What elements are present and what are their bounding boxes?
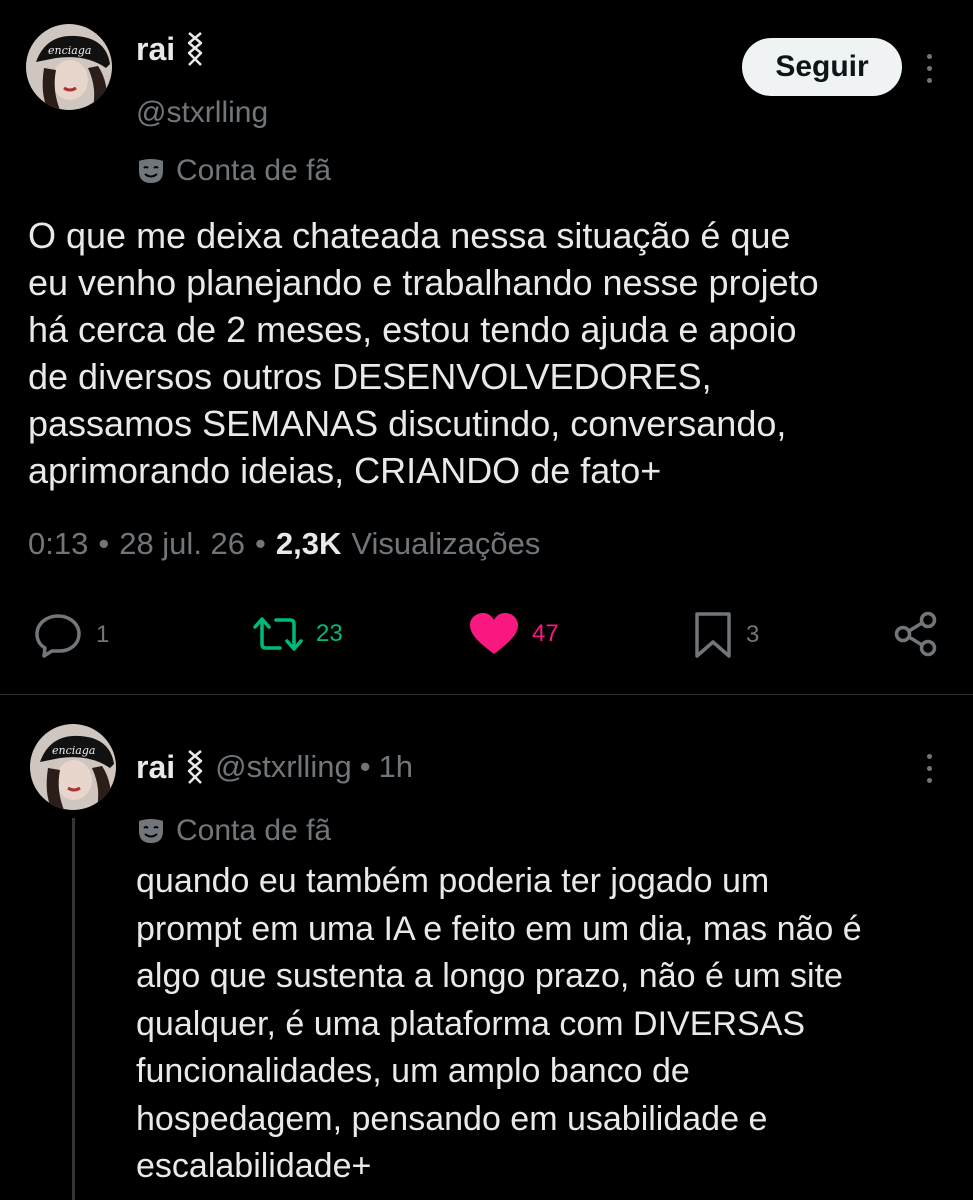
like-button[interactable]: 47 — [468, 612, 559, 656]
reply-count: 1 — [96, 621, 110, 648]
avatar-image-icon: enciaga — [26, 24, 112, 110]
reply-author-name[interactable]: rai — [136, 749, 175, 786]
avatar[interactable]: enciaga — [26, 24, 112, 110]
reply-text: quando eu também poderia ter jogado um p… — [136, 862, 862, 1185]
account-label-text: Conta de fã — [176, 154, 332, 187]
reply-header: rai @stxrlling • 1h — [136, 748, 413, 786]
tweet-time[interactable]: 0:13 — [28, 526, 88, 562]
views-label: Visualizações — [351, 526, 541, 561]
meta-separator: • — [255, 526, 266, 561]
svg-text:enciaga: enciaga — [48, 44, 91, 57]
reply-account-label-text: Conta de fã — [176, 814, 332, 847]
share-nodes-icon — [894, 611, 937, 657]
more-options-icon[interactable] — [924, 54, 934, 83]
bookmark-icon — [695, 612, 731, 658]
chain-link-icon — [187, 32, 203, 66]
bookmark-count: 3 — [746, 621, 760, 648]
meta-separator: • — [98, 526, 110, 561]
reply-avatar[interactable]: enciaga — [30, 724, 116, 810]
thread-line — [72, 818, 75, 1200]
views-count: 2,3K — [275, 526, 342, 561]
like-count: 47 — [532, 620, 559, 647]
repost-arrows-icon — [253, 617, 303, 651]
heart-icon — [470, 613, 518, 654]
share-button[interactable] — [892, 610, 940, 663]
bookmark-button[interactable]: 3 — [692, 610, 759, 660]
author-name-text: rai — [136, 30, 176, 67]
tweet-text: O que me deixa chateada nessa situação é… — [28, 215, 819, 491]
chain-link-icon — [187, 750, 203, 784]
author-name[interactable]: rai — [136, 30, 207, 68]
repost-count: 23 — [316, 620, 343, 647]
meta-separator: • — [359, 749, 371, 784]
divider — [0, 694, 973, 695]
tweet-meta: 0:13 • 28 jul. 26 • 2,3K Visualizações — [28, 526, 540, 562]
reply-age[interactable]: 1h — [379, 749, 413, 785]
reply-button[interactable]: 1 — [34, 612, 109, 658]
svg-text:enciaga: enciaga — [52, 744, 95, 757]
theater-mask-icon — [139, 819, 163, 843]
repost-button[interactable]: 23 — [252, 614, 343, 654]
more-options-icon[interactable] — [924, 754, 934, 783]
reply-author-handle[interactable]: @stxrlling — [215, 749, 352, 785]
account-label: Conta de fã — [136, 154, 331, 188]
author-handle[interactable]: @stxrlling — [136, 96, 268, 130]
avatar-image-icon: enciaga — [30, 724, 116, 810]
tweet-date[interactable]: 28 jul. 26 — [119, 526, 245, 562]
theater-mask-icon — [139, 159, 163, 183]
speech-bubble-icon — [35, 614, 81, 658]
follow-button[interactable]: Seguir — [742, 38, 902, 96]
reply-account-label: Conta de fã — [136, 814, 331, 848]
